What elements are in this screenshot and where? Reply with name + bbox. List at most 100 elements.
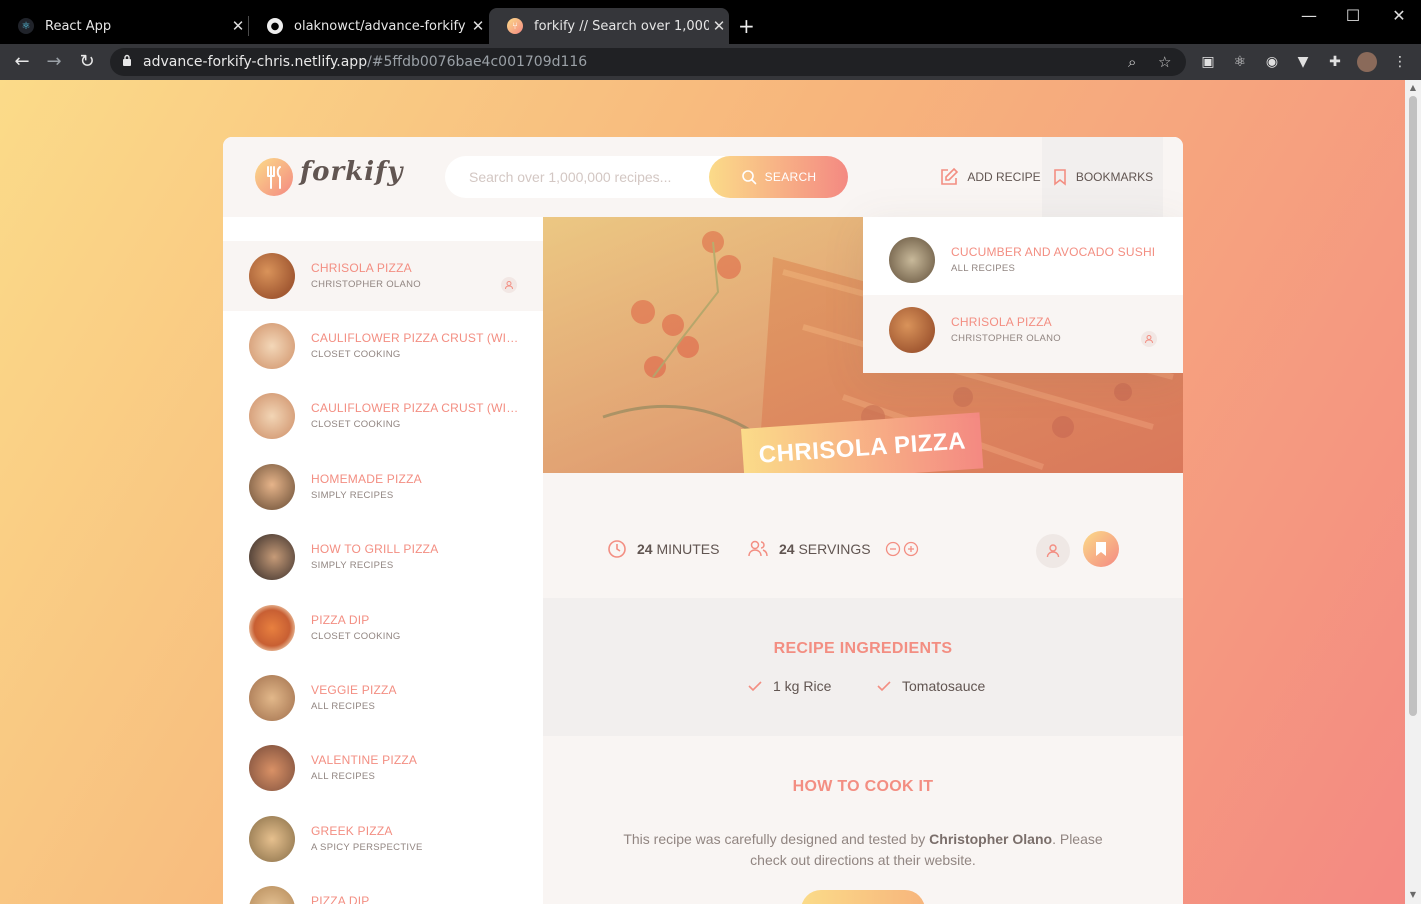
- zoom-icon[interactable]: ⌕: [1128, 53, 1136, 71]
- check-icon: [877, 681, 891, 692]
- search-form: SEARCH: [445, 156, 848, 198]
- new-tab-icon[interactable]: +: [738, 14, 755, 38]
- profile-avatar[interactable]: [1357, 52, 1377, 72]
- result-item[interactable]: GREEK PIZZA A SPICY PERSPECTIVE: [223, 804, 543, 874]
- logo-icon[interactable]: [255, 158, 293, 196]
- result-publisher: SIMPLY RECIPES: [311, 560, 394, 571]
- directions-text: This recipe was carefully designed and t…: [623, 829, 1103, 871]
- result-item[interactable]: HOW TO GRILL PIZZA SIMPLY RECIPES: [223, 522, 543, 592]
- close-icon[interactable]: ✕: [709, 17, 729, 35]
- result-item[interactable]: CAULIFLOWER PIZZA CRUST (WITH BBQ CHICKE…: [223, 311, 543, 381]
- result-item[interactable]: CAULIFLOWER PIZZA CRUST (WITH GARLIC) CL…: [223, 381, 543, 451]
- reload-icon[interactable]: ↻: [75, 50, 99, 74]
- search-input[interactable]: [469, 166, 679, 188]
- directions-author: Christopher Olano: [929, 831, 1053, 847]
- bookmark-title: CHRISOLA PIZZA: [951, 315, 1052, 329]
- bookmarks-label: BOOKMARKS: [1075, 170, 1154, 184]
- scroll-down-icon[interactable]: ▼: [1408, 890, 1418, 899]
- bookmarks-button[interactable]: BOOKMARKS: [1042, 137, 1163, 217]
- back-icon[interactable]: ←: [10, 50, 34, 74]
- puzzle-icon[interactable]: ✚: [1325, 52, 1345, 72]
- tab-title: React App: [45, 18, 112, 34]
- search-icon: [741, 170, 756, 185]
- page-viewport: forkify SEARCH ADD RECIPE: [0, 80, 1405, 904]
- result-title: PIZZA DIP: [311, 894, 370, 904]
- check-icon: [748, 681, 762, 692]
- bookmark-icon: [1054, 169, 1066, 186]
- result-thumbnail: [249, 675, 295, 721]
- page-scrollbar[interactable]: ▲ ▼: [1405, 80, 1421, 904]
- result-item[interactable]: PIZZA DIP: [223, 874, 543, 904]
- result-thumbnail: [249, 605, 295, 651]
- result-title: HOW TO GRILL PIZZA: [311, 542, 439, 556]
- browser-tab[interactable]: ⚛ React App ✕: [0, 8, 248, 44]
- github-icon: ●: [267, 18, 283, 34]
- ingredients-heading: RECIPE INGREDIENTS: [773, 640, 953, 657]
- react-devtools-icon[interactable]: ⚛: [1230, 52, 1250, 72]
- result-thumbnail: [249, 816, 295, 862]
- result-thumbnail: [249, 534, 295, 580]
- result-item[interactable]: VEGGIE PIZZA ALL RECIPES: [223, 663, 543, 733]
- result-item[interactable]: VALENTINE PIZZA ALL RECIPES: [223, 733, 543, 803]
- ingredient-item: 1 kg Rice: [747, 678, 831, 694]
- address-bar[interactable]: advance-forkify-chris.netlify.app/#5ffdb…: [110, 48, 1186, 76]
- minutes-label: MINUTES: [656, 541, 720, 557]
- search-button[interactable]: SEARCH: [709, 156, 848, 198]
- edit-icon: [941, 167, 959, 185]
- result-publisher: CLOSET COOKING: [311, 631, 401, 642]
- result-thumbnail: [249, 464, 295, 510]
- browser-tab-active[interactable]: ⑂ forkify // Search over 1,000,000 r ✕: [489, 8, 729, 44]
- close-window-icon[interactable]: ✕: [1376, 6, 1421, 25]
- user-icon: [1046, 544, 1060, 558]
- result-publisher: A SPICY PERSPECTIVE: [311, 842, 423, 853]
- react-icon: ⚛: [18, 18, 34, 34]
- result-title: CHRISOLA PIZZA: [311, 261, 412, 275]
- menu-icon[interactable]: ⋮: [1390, 52, 1410, 72]
- forward-icon[interactable]: →: [42, 50, 66, 74]
- forkify-icon: ⑂: [507, 18, 523, 34]
- ingredient-text: Tomatosauce: [902, 678, 986, 694]
- browser-tab-bar: ⚛ React App ✕ ● olaknowct/advance-forkif…: [0, 0, 1421, 44]
- result-item[interactable]: PIZZA DIP CLOSET COOKING: [223, 593, 543, 663]
- vue-devtools-icon[interactable]: ▼: [1293, 52, 1313, 72]
- browser-tab[interactable]: ● olaknowct/advance-forkify ✕: [249, 8, 488, 44]
- scroll-up-icon[interactable]: ▲: [1408, 83, 1418, 92]
- recipe-directions: HOW TO COOK IT This recipe was carefully…: [543, 736, 1183, 904]
- star-icon[interactable]: ☆: [1158, 53, 1171, 71]
- maximize-icon[interactable]: ☐: [1330, 6, 1376, 25]
- bookmark-thumbnail: [889, 237, 935, 283]
- logo-text[interactable]: forkify: [300, 157, 403, 187]
- users-icon: [748, 540, 768, 557]
- browser-toolbar: ← → ↻ advance-forkify-chris.netlify.app/…: [0, 44, 1421, 80]
- bookmark-button[interactable]: [1083, 531, 1119, 567]
- bookmark-publisher: CHRISTOPHER OLANO: [951, 333, 1061, 344]
- result-publisher: ALL RECIPES: [311, 771, 376, 782]
- clock-icon: [608, 540, 626, 558]
- bookmark-item[interactable]: CHRISOLA PIZZA CHRISTOPHER OLANO: [863, 295, 1183, 373]
- add-recipe-button[interactable]: ADD RECIPE: [937, 137, 1043, 217]
- result-item[interactable]: CHRISOLA PIZZA CHRISTOPHER OLANO: [223, 241, 543, 311]
- extension-circle-icon[interactable]: ◉: [1262, 52, 1282, 72]
- minimize-icon[interactable]: —: [1286, 6, 1332, 25]
- ingredient-text: 1 kg Rice: [773, 678, 832, 694]
- close-icon[interactable]: ✕: [228, 17, 248, 35]
- result-thumbnail: [249, 393, 295, 439]
- result-title: VEGGIE PIZZA: [311, 683, 397, 697]
- tab-title: olaknowct/advance-forkify: [294, 18, 466, 34]
- close-icon[interactable]: ✕: [468, 17, 488, 35]
- result-publisher: CHRISTOPHER OLANO: [311, 279, 421, 290]
- bookmark-item[interactable]: CUCUMBER AND AVOCADO SUSHI ALL RECIPES: [863, 225, 1183, 295]
- scrollbar-thumb[interactable]: [1409, 96, 1417, 716]
- url-path: /#5ffdb0076bae4c001709d116: [367, 54, 588, 70]
- app-header: forkify SEARCH ADD RECIPE: [223, 137, 1183, 217]
- plus-circle-icon[interactable]: [903, 541, 919, 557]
- directions-button[interactable]: [801, 890, 925, 904]
- ingredient-item: Tomatosauce: [876, 678, 985, 694]
- result-title: VALENTINE PIZZA: [311, 753, 418, 767]
- minus-circle-icon[interactable]: [885, 541, 901, 557]
- result-thumbnail: [249, 253, 295, 299]
- result-item[interactable]: HOMEMADE PIZZA SIMPLY RECIPES: [223, 452, 543, 522]
- extension-screenshot-icon[interactable]: ▣: [1198, 52, 1218, 72]
- servings-value: 24: [779, 541, 795, 557]
- result-publisher: SIMPLY RECIPES: [311, 490, 394, 501]
